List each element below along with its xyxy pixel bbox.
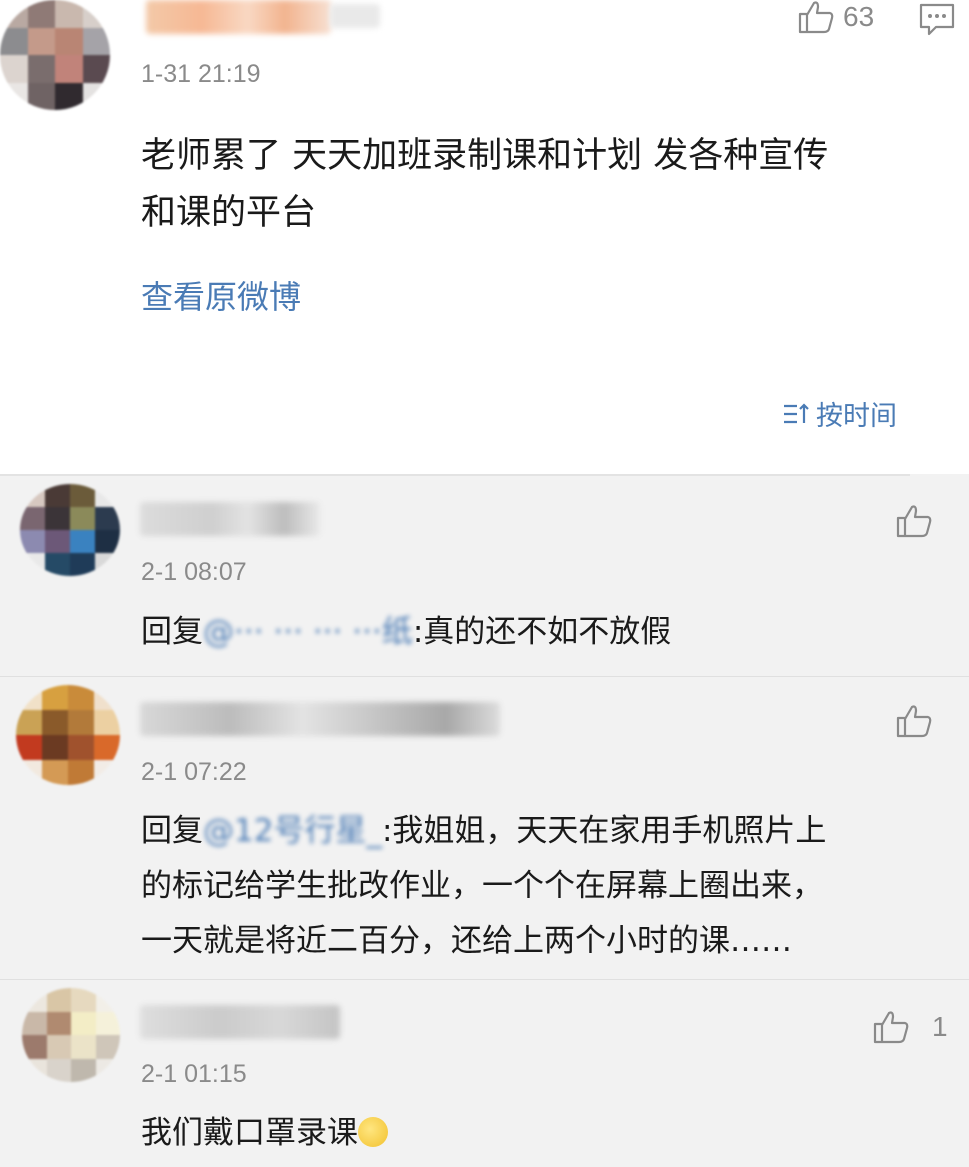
mention-link[interactable]: @··· ··· ··· ···纸 [203,614,413,650]
thumbs-up-icon [798,1,834,34]
avatar[interactable] [0,0,110,110]
reply-prefix: 回复 [141,813,203,849]
comment-icon [919,3,955,36]
comment-like-count: 1 [932,1011,948,1042]
face-emoji-icon [358,1117,388,1147]
mention-link[interactable]: @12号行星_ [203,813,382,849]
comment-text: 我们戴口罩录课 [141,1106,388,1161]
divider [0,979,969,980]
post-text-line1: 老师累了 天天加班录制课和计划 发各种宣传 [141,136,829,176]
comment-time: 2-1 01:15 [141,1060,247,1088]
avatar[interactable] [22,988,120,1082]
comment-time: 2-1 08:07 [141,558,247,586]
post-time: 1-31 21:19 [141,60,261,88]
thumbs-up-icon [896,505,932,538]
view-original-link[interactable]: 查看原微博 [141,272,301,318]
username-blurred-tail [330,4,380,28]
reply-prefix: 回复 [141,614,203,650]
username-blurred[interactable] [140,502,320,536]
post-like-count: 63 [843,1,875,32]
main-post: 1-31 21:19 63 老师累了 天天加班录制课和计划 发各种宣传 和课的平… [0,0,969,474]
comment-reply-text-line2: 的标记给学生批改作业，一个个在屏幕上圈出来， [141,868,823,904]
comment-reply-text: 回复@··· ··· ··· ···纸:真的还不如不放假 [141,605,671,660]
comment-like-button[interactable] [895,504,941,538]
divider [0,676,969,677]
username-blurred[interactable] [140,1005,340,1039]
avatar[interactable] [16,685,120,785]
comment-time: 2-1 07:22 [141,758,247,786]
comment-reply-text-line1: 回复@12号行星_:我姐姐，天天在家用手机照片上 [141,804,826,859]
username-blurred[interactable] [146,0,331,34]
comment-like-button[interactable] [895,704,941,738]
comment-body: 我们戴口罩录课 [141,1115,358,1151]
avatar[interactable] [20,484,120,576]
comment-reply-text-line3: 一天就是将近二百分，还给上两个小时的课…… [141,923,792,959]
sort-icon [784,402,809,423]
sort-label: 按时间 [816,401,897,432]
username-blurred[interactable] [140,702,500,736]
comment-like-button[interactable]: 1 [872,1010,948,1044]
reply-body: :我姐姐，天天在家用手机照片上 [381,813,827,849]
reply-body: :真的还不如不放假 [412,614,672,650]
thumbs-up-icon [873,1011,909,1044]
post-text-line2: 和课的平台 [141,193,317,233]
divider [0,474,910,476]
post-like-button[interactable]: 63 [797,0,874,34]
comment-button[interactable] [918,2,956,38]
sort-by-time-button[interactable]: 按时间 [782,394,897,433]
thumbs-up-icon [896,705,932,738]
